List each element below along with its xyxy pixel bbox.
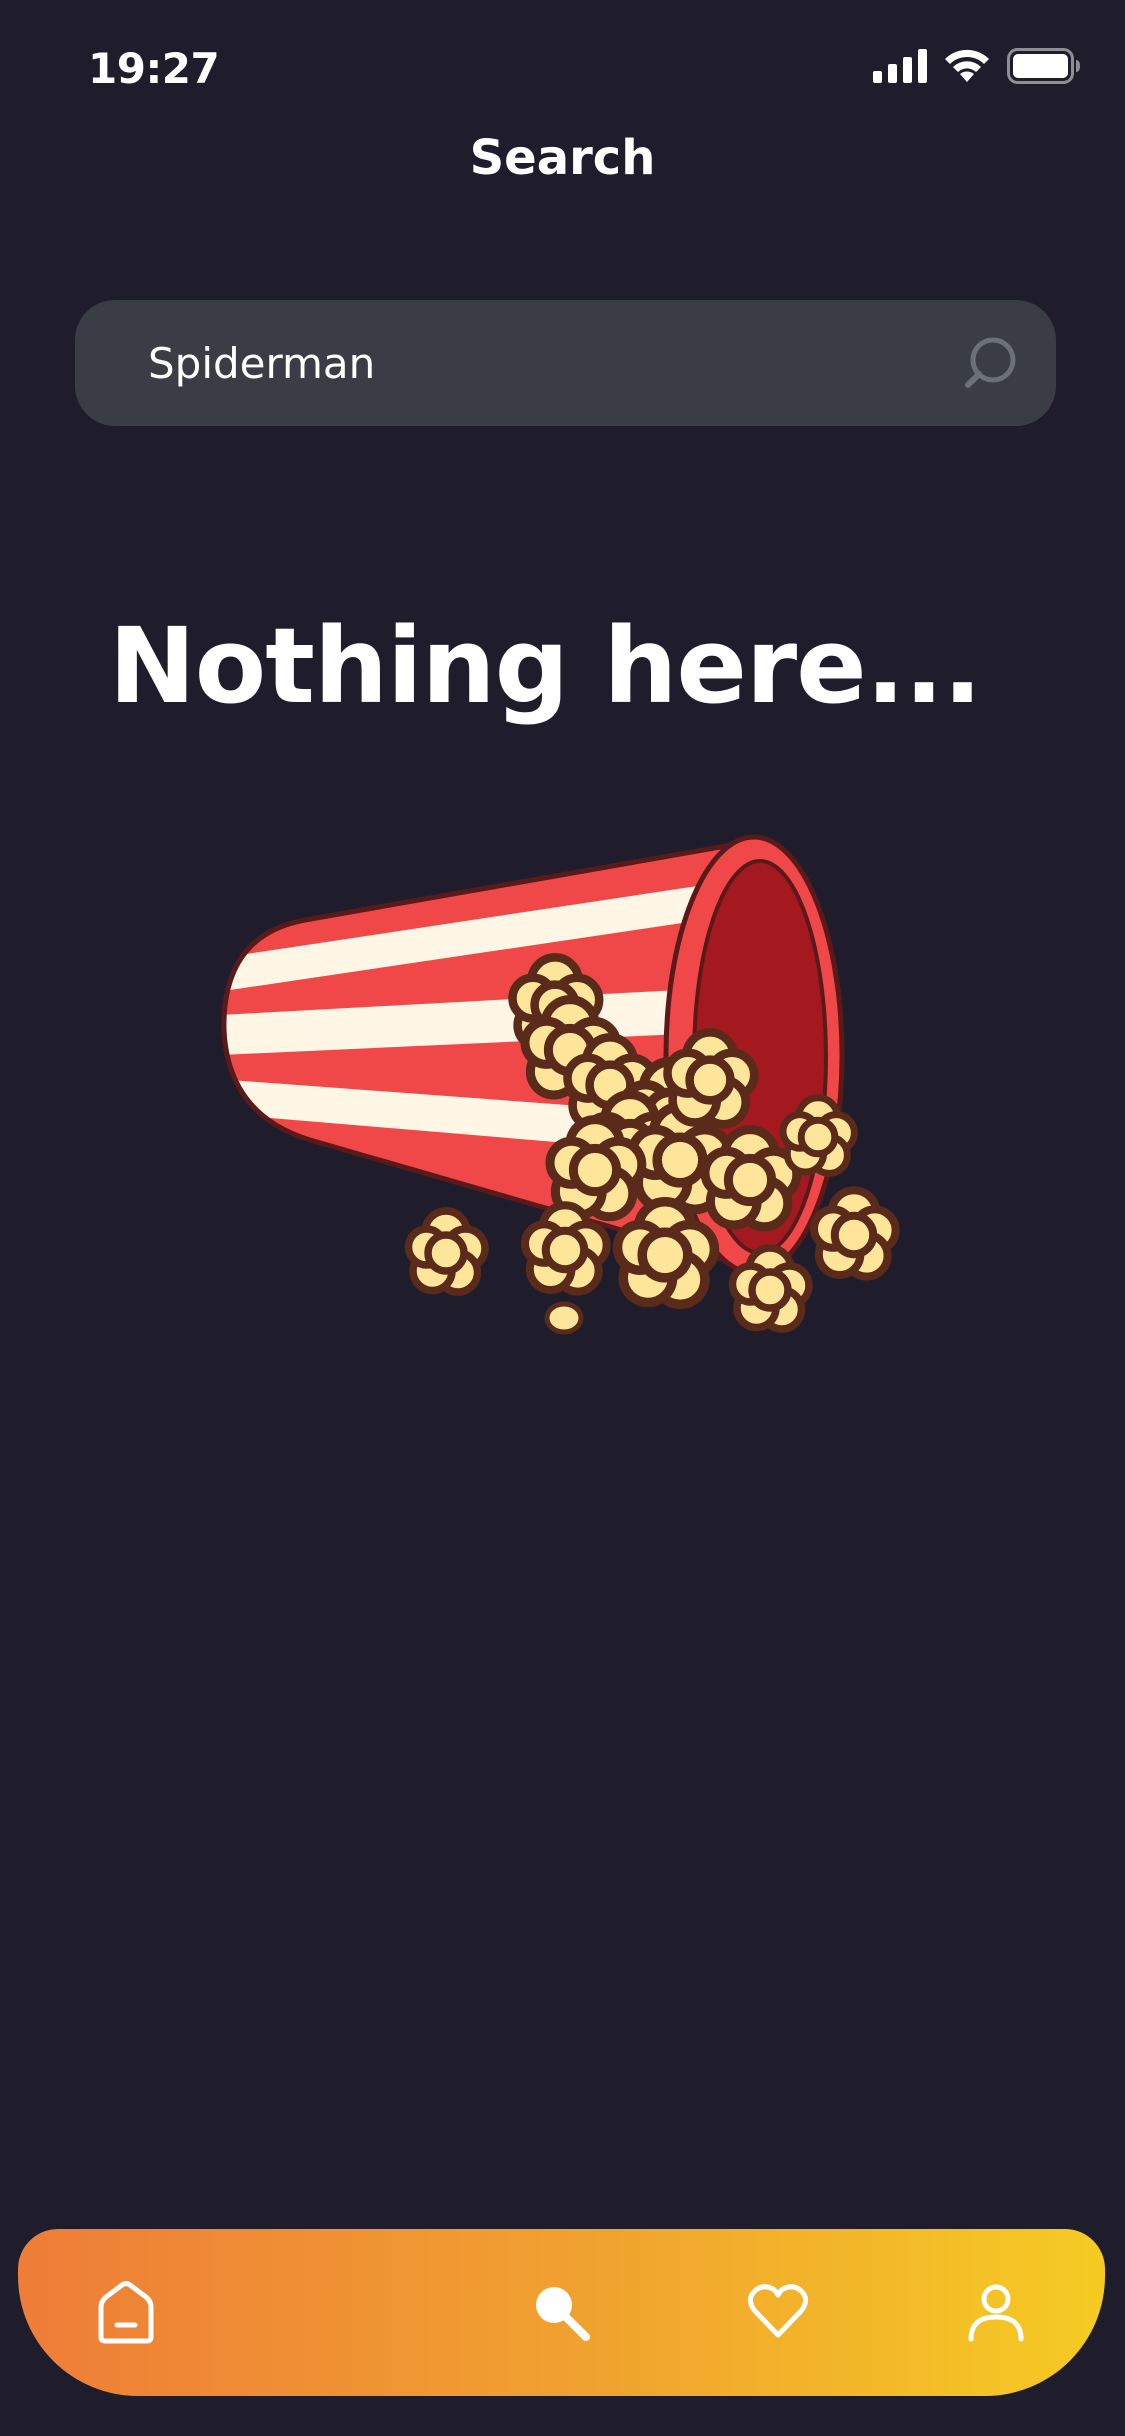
empty-state-title: Nothing here...	[108, 605, 983, 727]
nav-item-profile[interactable]	[941, 2259, 1051, 2369]
nav-item-favorites[interactable]	[723, 2259, 833, 2369]
heart-icon	[745, 2279, 811, 2349]
bottom-nav	[18, 2229, 1105, 2396]
status-icons	[873, 48, 1081, 88]
status-bar: 19:27	[0, 0, 1125, 140]
battery-icon	[1007, 48, 1081, 88]
signal-icon	[873, 49, 927, 87]
wifi-icon	[943, 48, 991, 88]
page-title: Search	[469, 130, 656, 186]
search-bar[interactable]	[75, 300, 1056, 426]
search-icon	[528, 2279, 594, 2349]
spilled-popcorn-illustration	[210, 815, 930, 1355]
search-input[interactable]	[148, 300, 928, 426]
profile-icon	[963, 2279, 1029, 2349]
search-icon	[960, 337, 1020, 397]
status-time: 19:27	[88, 44, 220, 93]
home-icon	[93, 2279, 159, 2349]
nav-item-search[interactable]	[506, 2259, 616, 2369]
nav-item-home[interactable]	[71, 2259, 181, 2369]
search-button[interactable]	[960, 333, 1020, 393]
